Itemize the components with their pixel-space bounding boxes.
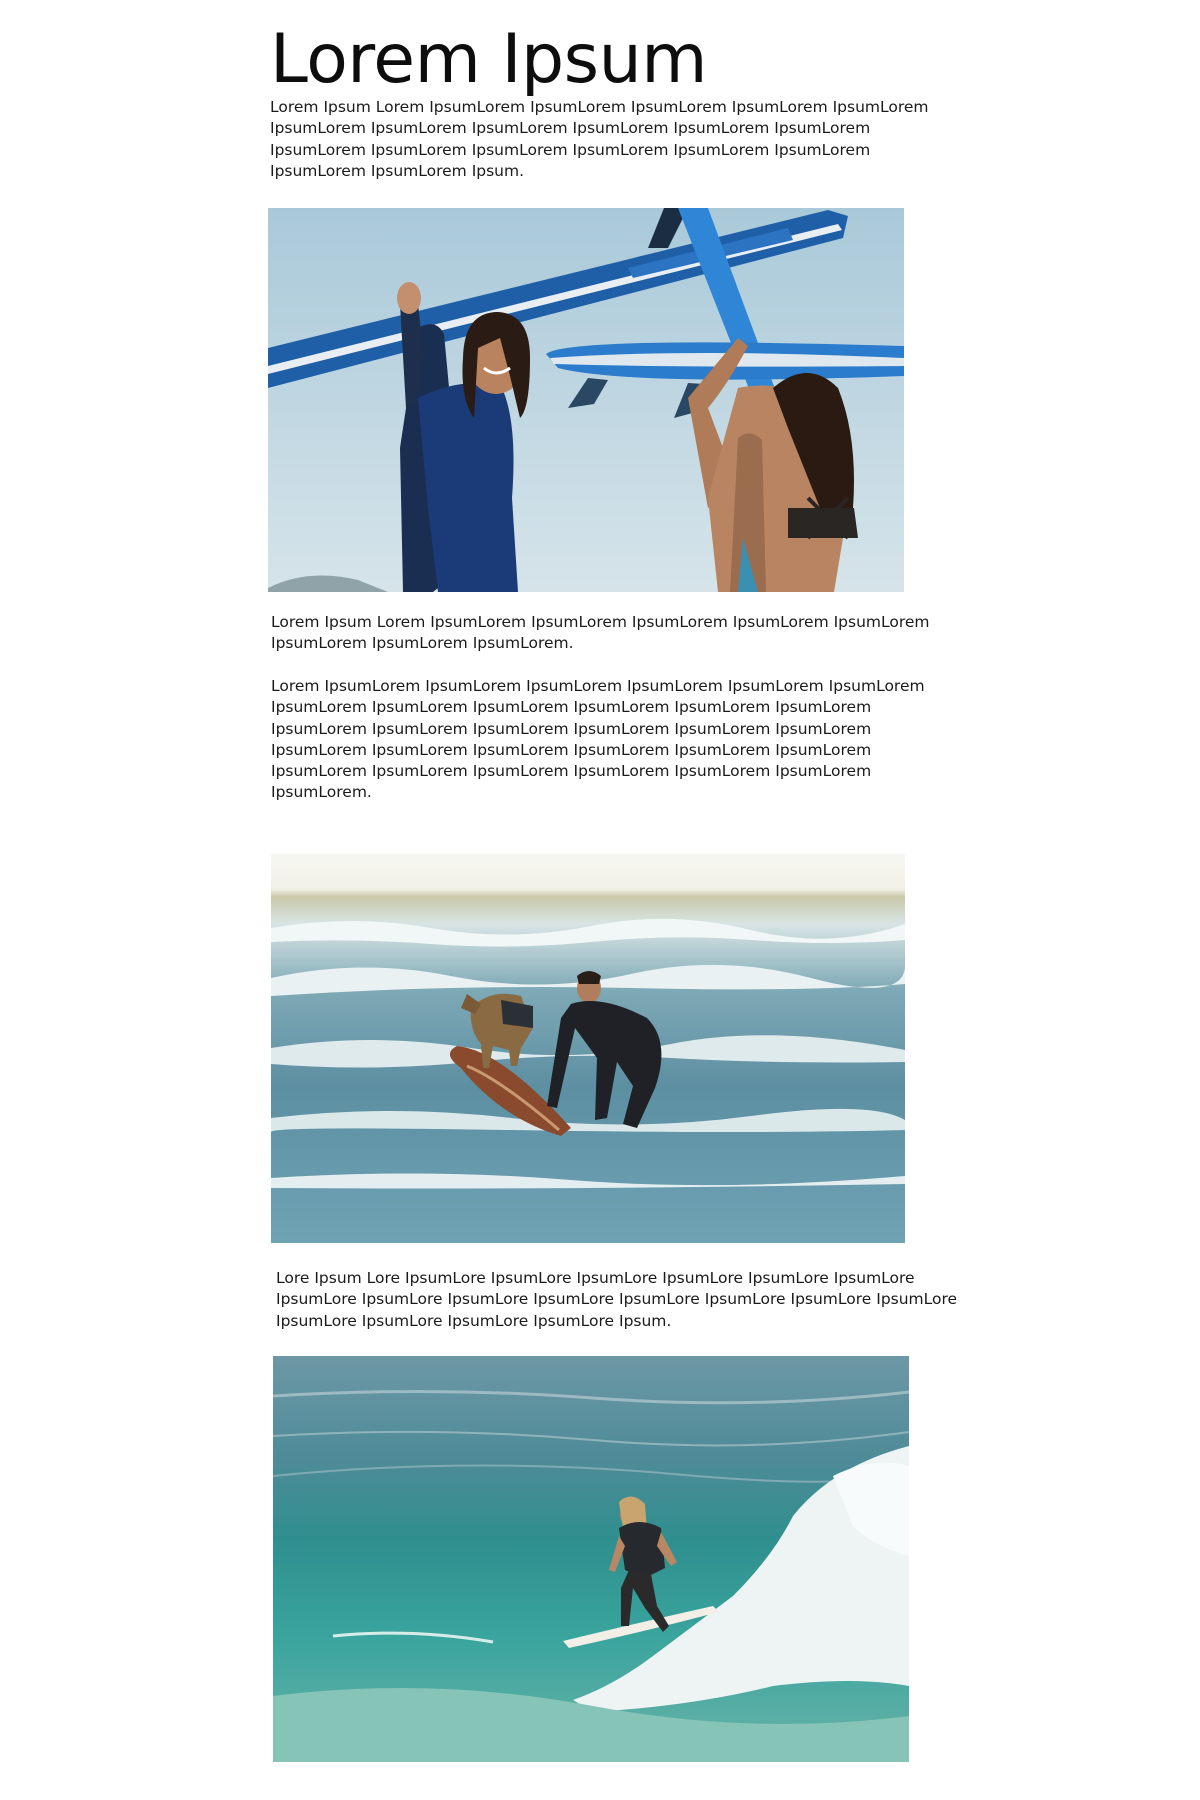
paragraph-line: Lorem IpsumLorem IpsumLorem IpsumLorem I…	[271, 677, 925, 695]
paragraph-line: IpsumLore IpsumLore IpsumLore IpsumLore …	[276, 1290, 958, 1309]
paragraph-line: IpsumLorem IpsumLorem IpsumLorem IpsumLo…	[271, 719, 872, 738]
paragraph-line: Lore Ipsum Lore IpsumLore IpsumLore Ipsu…	[276, 1269, 915, 1287]
paragraph-line: IpsumLorem IpsumLorem IpsumLorem IpsumLo…	[271, 698, 872, 717]
fourth-paragraph: Lore Ipsum Lore IpsumLore IpsumLore Ipsu…	[276, 1268, 958, 1332]
second-paragraph: Lorem Ipsum Lorem IpsumLorem IpsumLorem …	[271, 612, 930, 655]
intro-paragraph: Lorem Ipsum Lorem IpsumLorem IpsumLorem …	[270, 97, 929, 182]
paragraph-line: IpsumLorem IpsumLorem IpsumLorem IpsumLo…	[271, 762, 872, 781]
paragraph-line: IpsumLorem IpsumLorem IpsumLorem IpsumLo…	[271, 740, 872, 759]
paragraph-line: Lorem Ipsum Lorem IpsumLorem IpsumLorem …	[270, 98, 929, 116]
surfers-carrying-boards-photo	[268, 208, 904, 592]
third-paragraph: Lorem IpsumLorem IpsumLorem IpsumLorem I…	[271, 676, 925, 804]
paragraph-line: IpsumLorem IpsumLorem IpsumLorem.	[271, 634, 574, 653]
paragraph-line: IpsumLorem IpsumLorem IpsumLorem IpsumLo…	[270, 119, 871, 138]
paragraph-line: Lorem Ipsum Lorem IpsumLorem IpsumLorem …	[271, 613, 930, 631]
surfer-riding-wave-photo	[273, 1356, 909, 1762]
paragraph-line: IpsumLorem IpsumLorem IpsumLorem IpsumLo…	[270, 140, 871, 159]
paragraph-line: IpsumLorem.	[271, 783, 372, 802]
paragraph-line: IpsumLore IpsumLore IpsumLore IpsumLore …	[276, 1311, 672, 1330]
surfer-with-dog-photo	[271, 818, 905, 1243]
page-title: Lorem Ipsum	[270, 20, 707, 99]
paragraph-line: IpsumLorem IpsumLorem Ipsum.	[270, 161, 525, 180]
